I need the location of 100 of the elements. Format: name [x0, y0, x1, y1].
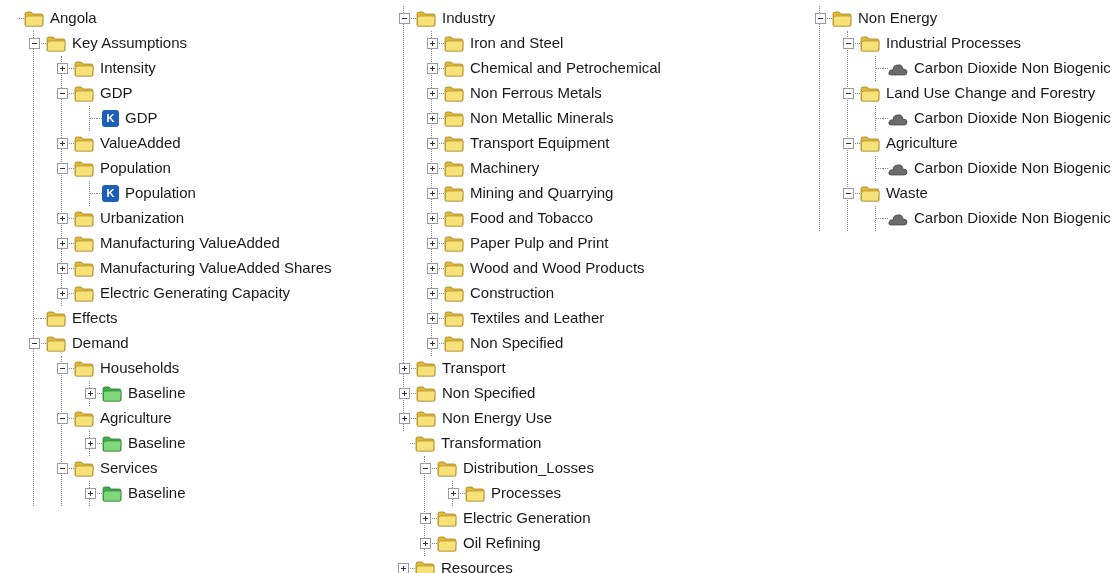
node-label[interactable]: Baseline	[128, 482, 186, 505]
node-label[interactable]: Processes	[491, 482, 562, 505]
node-label[interactable]: Chemical and Petrochemical	[470, 57, 661, 80]
node-label[interactable]: Non Ferrous Metals	[470, 82, 602, 105]
collapse-button[interactable]	[57, 363, 68, 374]
collapse-button[interactable]	[399, 13, 410, 24]
node-label[interactable]: Iron and Steel	[470, 32, 564, 55]
node-label[interactable]: Industrial Processes	[886, 32, 1022, 55]
node-label[interactable]: Resources	[441, 557, 513, 573]
expand-button[interactable]	[399, 413, 410, 424]
minus-icon	[817, 15, 824, 22]
node-label[interactable]: Carbon Dioxide Non Biogenic	[914, 57, 1111, 80]
node-label[interactable]: Carbon Dioxide Non Biogenic	[914, 107, 1111, 130]
node-label[interactable]: Demand	[72, 332, 129, 355]
expand-button[interactable]	[85, 438, 96, 449]
collapse-button[interactable]	[843, 188, 854, 199]
expand-button[interactable]	[427, 238, 438, 249]
node-label[interactable]: Agriculture	[100, 407, 172, 430]
node-label[interactable]: Transport	[442, 357, 506, 380]
collapse-button[interactable]	[57, 163, 68, 174]
node-label[interactable]: Non Energy Use	[442, 407, 553, 430]
collapse-button[interactable]	[57, 463, 68, 474]
node-label[interactable]: Population	[100, 157, 171, 180]
expand-button[interactable]	[399, 388, 410, 399]
node-label[interactable]: Intensity	[100, 57, 156, 80]
node-label[interactable]: Carbon Dioxide Non Biogenic	[914, 157, 1111, 180]
node-label[interactable]: ValueAdded	[100, 132, 181, 155]
collapse-button[interactable]	[57, 88, 68, 99]
node-label[interactable]: Agriculture	[886, 132, 958, 155]
node-label[interactable]: Electric Generation	[463, 507, 591, 530]
collapse-button[interactable]	[57, 413, 68, 424]
expand-button[interactable]	[427, 138, 438, 149]
node-label[interactable]: Baseline	[128, 382, 186, 405]
expand-button[interactable]	[427, 188, 438, 199]
node-label[interactable]: Non Specified	[470, 332, 564, 355]
node-label[interactable]: Land Use Change and Forestry	[886, 82, 1096, 105]
node-label[interactable]: Population	[125, 182, 196, 205]
expand-button[interactable]	[427, 313, 438, 324]
expand-button[interactable]	[448, 488, 459, 499]
node-label[interactable]: Electric Generating Capacity	[100, 282, 291, 305]
expand-button[interactable]	[420, 513, 431, 524]
collapse-button[interactable]	[29, 38, 40, 49]
expand-button[interactable]	[427, 338, 438, 349]
node-label[interactable]: Non Specified	[442, 382, 536, 405]
expand-button[interactable]	[57, 138, 68, 149]
collapse-button[interactable]	[420, 463, 431, 474]
cloud-icon	[888, 61, 908, 76]
node-label[interactable]: Effects	[72, 307, 118, 330]
folder-icon	[24, 10, 44, 27]
expand-button[interactable]	[57, 63, 68, 74]
expand-button[interactable]	[85, 388, 96, 399]
expand-button[interactable]	[427, 263, 438, 274]
node-label[interactable]: Manufacturing ValueAdded Shares	[100, 257, 332, 280]
expand-button[interactable]	[398, 563, 409, 573]
node-label[interactable]: Industry	[442, 7, 496, 30]
collapse-button[interactable]	[843, 88, 854, 99]
expand-button[interactable]	[427, 163, 438, 174]
expand-button[interactable]	[420, 538, 431, 549]
node-label[interactable]: Non Metallic Minerals	[470, 107, 614, 130]
node-label[interactable]: Non Energy	[858, 7, 938, 30]
node-label[interactable]: Transformation	[441, 432, 542, 455]
node-label[interactable]: Oil Refining	[463, 532, 541, 555]
node-label[interactable]: Machinery	[470, 157, 540, 180]
node-label[interactable]: Textiles and Leather	[470, 307, 605, 330]
node-label[interactable]: Households	[100, 357, 180, 380]
collapse-button[interactable]	[815, 13, 826, 24]
collapse-button[interactable]	[843, 138, 854, 149]
node-label[interactable]: Food and Tobacco	[470, 207, 594, 230]
expand-button[interactable]	[427, 288, 438, 299]
expand-button[interactable]	[57, 288, 68, 299]
node-label[interactable]: Distribution_Losses	[463, 457, 594, 480]
collapse-button[interactable]	[843, 38, 854, 49]
expand-button[interactable]	[399, 363, 410, 374]
expand-button[interactable]	[57, 238, 68, 249]
node-label[interactable]: Mining and Quarrying	[470, 182, 614, 205]
node-label[interactable]: GDP	[100, 82, 133, 105]
node-label[interactable]: Transport Equipment	[470, 132, 610, 155]
node-label[interactable]: Angola	[50, 7, 97, 30]
node-label[interactable]: Wood and Wood Products	[470, 257, 645, 280]
node-label[interactable]: Baseline	[128, 432, 186, 455]
collapse-button[interactable]	[29, 338, 40, 349]
node-label[interactable]: Manufacturing ValueAdded	[100, 232, 280, 255]
expand-button[interactable]	[427, 213, 438, 224]
key-icon: K	[102, 110, 119, 127]
node-label[interactable]: Construction	[470, 282, 555, 305]
expand-button[interactable]	[57, 263, 68, 274]
expand-button[interactable]	[427, 63, 438, 74]
node-label[interactable]: GDP	[125, 107, 158, 130]
node-label[interactable]: Waste	[886, 182, 928, 205]
node-label[interactable]: Paper Pulp and Print	[470, 232, 609, 255]
expand-button[interactable]	[57, 213, 68, 224]
node-label[interactable]: Carbon Dioxide Non Biogenic	[914, 207, 1111, 230]
expand-button[interactable]	[427, 88, 438, 99]
node-label[interactable]: Urbanization	[100, 207, 185, 230]
expand-button[interactable]	[427, 38, 438, 49]
expand-button[interactable]	[427, 113, 438, 124]
expand-button[interactable]	[85, 488, 96, 499]
plus-icon	[59, 290, 66, 297]
node-label[interactable]: Services	[100, 457, 158, 480]
node-label[interactable]: Key Assumptions	[72, 32, 188, 55]
